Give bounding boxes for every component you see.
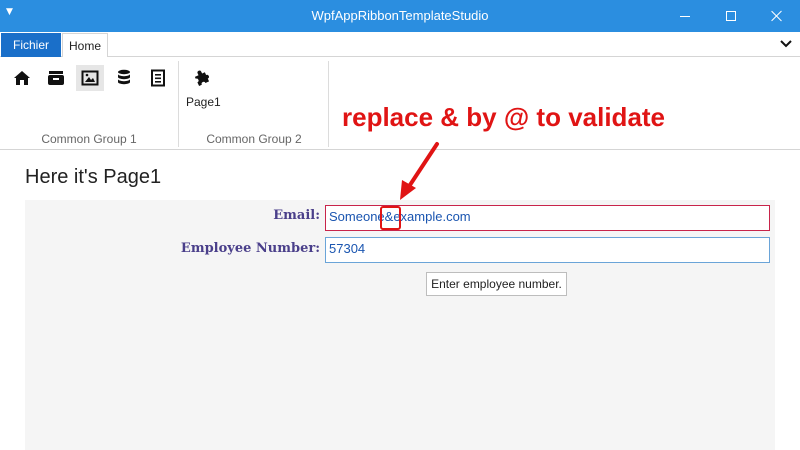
employee-number-label: Employee Number: xyxy=(180,241,320,256)
close-button[interactable] xyxy=(754,0,800,32)
database-icon xyxy=(118,69,130,85)
tab-home[interactable]: Home xyxy=(62,33,108,58)
close-icon xyxy=(771,10,783,22)
database-button[interactable] xyxy=(110,65,138,91)
page1-button[interactable] xyxy=(188,65,216,91)
archive-icon xyxy=(48,71,64,85)
maximize-icon xyxy=(726,11,736,21)
annotation-highlight-box xyxy=(380,206,401,230)
document-icon xyxy=(151,69,165,87)
group-separator xyxy=(328,61,329,147)
ribbon-tabs: Fichier Home xyxy=(0,32,800,58)
employee-number-tooltip: Enter employee number. xyxy=(426,272,567,296)
group1-label: Common Group 1 xyxy=(41,132,137,146)
home-icon xyxy=(14,71,30,85)
archive-button[interactable] xyxy=(42,65,70,91)
employee-number-input[interactable]: 57304 xyxy=(325,237,770,263)
title-bar: ▼ WpfAppRibbonTemplateStudio xyxy=(0,0,800,32)
minimize-icon xyxy=(680,15,690,17)
annotation-arrow-icon xyxy=(400,142,439,200)
page1-button-label[interactable]: Page1 xyxy=(186,95,221,109)
puzzle-icon xyxy=(194,70,210,86)
document-button[interactable] xyxy=(144,65,172,91)
home-button[interactable] xyxy=(8,65,36,91)
email-label: Email: xyxy=(273,208,320,223)
tab-file[interactable]: Fichier xyxy=(1,33,61,57)
page-title: Here it's Page1 xyxy=(25,166,162,188)
group-separator xyxy=(178,61,179,147)
annotation-text: replace & by @ to validate xyxy=(342,102,666,132)
ribbon-collapse-chevron-icon[interactable] xyxy=(779,37,793,51)
image-button[interactable] xyxy=(76,65,104,91)
group2-label: Common Group 2 xyxy=(206,132,302,146)
image-icon xyxy=(81,70,99,86)
minimize-button[interactable] xyxy=(662,0,708,32)
maximize-button[interactable] xyxy=(708,0,754,32)
